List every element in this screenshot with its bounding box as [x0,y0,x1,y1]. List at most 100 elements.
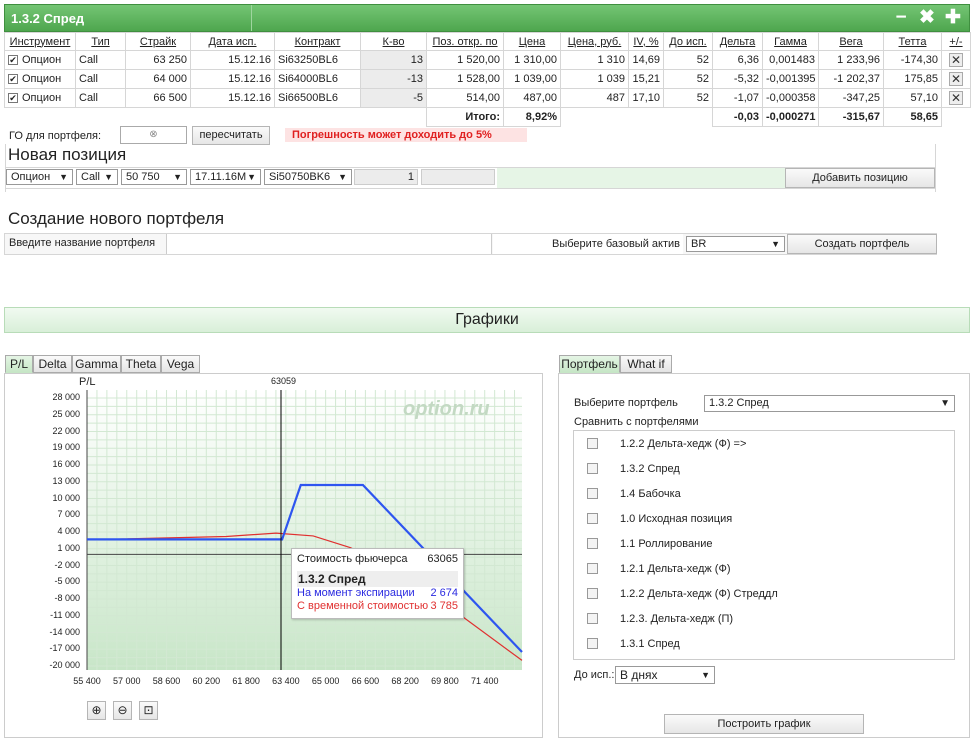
table-cell: -5,32 [712,69,763,89]
compare-portfolio-label: 1.3.1 Спред [620,638,680,650]
zoom-in-icon[interactable]: ⊕ [87,701,106,720]
tooltip-header-value: 63065 [427,553,458,565]
y-tick-label: 4 000 [57,526,80,536]
portfolio-select-value: 1.3.2 Спред [709,397,769,409]
zoom-fit-icon[interactable]: ⊡ [139,701,158,720]
y-tick-label: -20 000 [49,660,80,670]
y-tick-label: 10 000 [52,492,80,503]
y-tick-label: -17 000 [49,643,80,654]
x-tick-label: 69 800 [431,676,459,686]
create-portfolio-button[interactable]: Создать портфель [787,234,937,254]
add-position-button[interactable]: Добавить позицию [785,168,935,188]
y-tick-label: 28 000 [52,392,80,402]
chevron-down-icon: ▼ [701,670,710,680]
base-asset-select[interactable]: BR ▼ [686,236,785,252]
watermark: option.ru [403,398,490,420]
tab-portfolio[interactable]: Портфель [559,355,620,373]
tab-what-if[interactable]: What if [620,355,672,373]
tooltip-header-label: Стоимость фьючерса [297,553,408,565]
column-header[interactable]: Вега [818,32,884,51]
table-cell: 1 233,96 [818,50,884,70]
portfolio-select[interactable]: 1.3.2 Спред ▼ [704,395,955,412]
remove-row-icon[interactable]: ✕ [949,91,963,105]
tooltip-row2-value: 3 785 [430,600,458,612]
compare-portfolio-label: 1.0 Исходная позиция [620,513,733,525]
column-header[interactable]: IV, % [628,32,664,51]
compare-portfolio-label: 1.2.1 Дельта-хедж (Ф) [620,563,731,575]
tooltip-row2-label: С временной стоимостью [297,600,429,612]
compare-portfolio-label: 1.2.2 Дельта-хедж (Ф) Стреддл [620,588,778,600]
table-cell: -174,30 [883,50,942,70]
table-cell: 17,10 [628,88,664,108]
add-icon[interactable]: ✚ [942,6,964,30]
compare-portfolio-label: 1.4 Бабочка [620,488,681,500]
remove-cell: ✕ [941,50,971,70]
table-cell: 1 039 [560,69,629,89]
tooltip-title: 1.3.2 Спред [297,571,458,587]
x-tick-label: 57 000 [113,676,141,686]
compare-checkbox[interactable] [587,588,598,599]
tooltip-row1-value: 2 674 [430,587,458,599]
totals-vega: -315,67 [818,107,884,127]
y-tick-label: 19 000 [52,442,80,453]
y-tick-label: 13 000 [52,475,80,486]
compare-portfolio-label: 1.2.2 Дельта-хедж (Ф) => [620,438,747,450]
column-header[interactable]: Дельта [712,32,763,51]
y-tick-label: 22 000 [52,425,80,436]
compare-checkbox[interactable] [587,438,598,449]
table-cell: 1 310 [560,50,629,70]
compare-checkbox[interactable] [587,563,598,574]
table-cell: -347,25 [818,88,884,108]
x-tick-label: 71 400 [470,676,499,686]
x-tick-label: 58 600 [152,676,181,686]
table-cell: -1 202,37 [818,69,884,89]
y-tick-label: 25 000 [52,408,80,419]
column-header[interactable]: До исп. [663,32,713,51]
remove-row-icon[interactable]: ✕ [949,72,963,86]
totals-gamma: -0,000271 [762,107,819,127]
pl-chart[interactable] [0,0,560,690]
table-cell: 52 [663,69,713,89]
expiration-label: До исп.: [574,669,615,681]
totals-delta: -0,03 [712,107,763,127]
expiration-select[interactable]: В днях ▼ [615,666,715,684]
compare-label: Сравнить с портфелями [574,416,699,428]
x-tick-label: 66 600 [351,676,380,686]
table-cell: 14,69 [628,50,664,70]
x-tick-label: 63 400 [272,676,300,686]
y-tick-label: -11 000 [50,609,80,620]
tooltip-row-expiration: На момент экспирации 2 674 [297,587,458,600]
table-cell: 15,21 [628,69,664,89]
compare-checkbox[interactable] [587,538,598,549]
compare-checkbox[interactable] [587,488,598,499]
portfolio-select-label: Выберите портфель [574,397,678,409]
table-cell: 57,10 [883,88,942,108]
x-tick-label: 55 400 [73,676,101,686]
build-chart-button[interactable]: Построить график [664,714,864,734]
x-tick-label: 65 000 [311,676,340,686]
compare-checkbox[interactable] [587,513,598,524]
chevron-down-icon: ▼ [940,398,950,409]
y-tick-label: 7 000 [57,509,80,520]
close-icon[interactable]: ✖ [916,6,938,30]
remove-cell: ✕ [941,88,971,108]
minimize-icon[interactable]: − [890,6,912,30]
table-cell: 6,36 [712,50,763,70]
y-tick-label: 1 000 [57,542,80,553]
compare-checkbox[interactable] [587,638,598,649]
compare-checkbox[interactable] [587,613,598,624]
totals-theta: 58,65 [883,107,942,127]
compare-checkbox[interactable] [587,463,598,474]
expiration-value: В днях [620,668,658,682]
column-header: +/- [941,32,971,51]
column-header[interactable]: Тетта [883,32,942,51]
table-cell: -0,000358 [762,88,819,108]
column-header[interactable]: Цена, руб. [560,32,629,51]
table-cell: -0,001395 [762,69,819,89]
remove-row-icon[interactable]: ✕ [949,53,963,67]
table-cell: 52 [663,88,713,108]
column-header[interactable]: Гамма [762,32,819,51]
y-tick-label: -2 000 [54,559,80,570]
zoom-out-icon[interactable]: ⊖ [113,701,132,720]
table-cell: 487 [560,88,629,108]
